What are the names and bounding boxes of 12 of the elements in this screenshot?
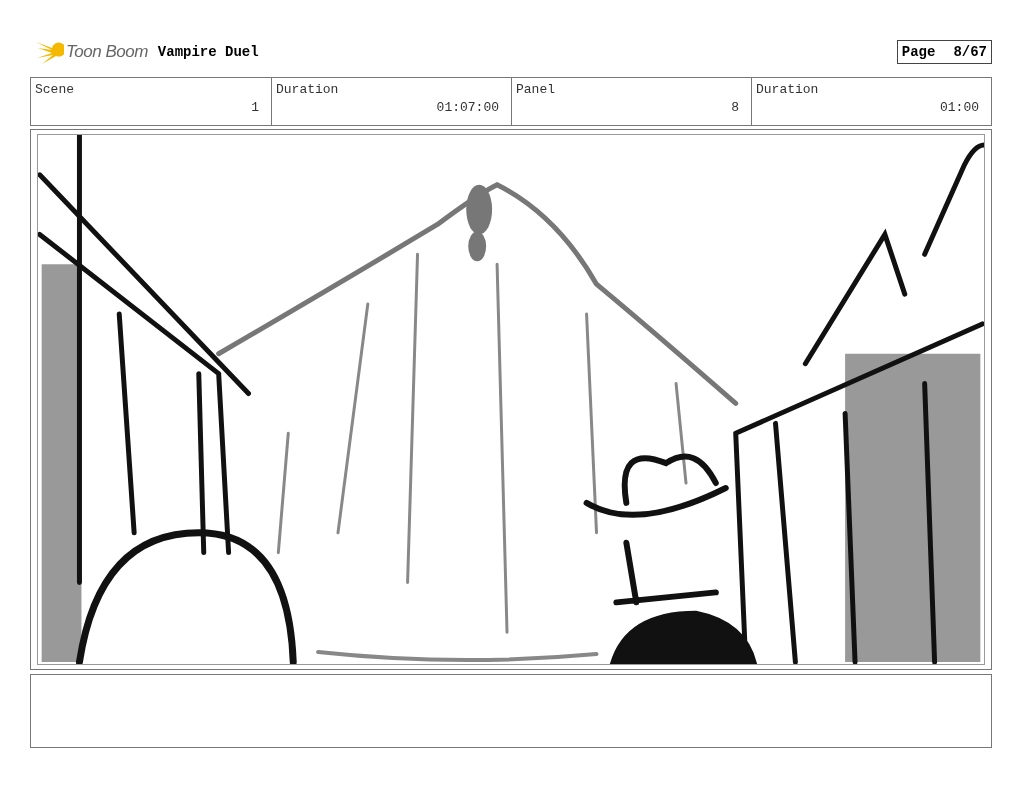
page-number: 8/67 — [953, 44, 987, 60]
field-value: 1 — [250, 100, 259, 115]
page-label: Page — [901, 44, 936, 60]
field-label: Duration — [276, 82, 340, 97]
field-value: 01:07:00 — [435, 100, 499, 115]
logo-text: Toon Boom — [66, 42, 148, 62]
field-value: 01:00 — [939, 100, 979, 115]
document-title: Vampire Duel — [157, 44, 260, 60]
field-label: Duration — [756, 82, 820, 97]
field-label: Scene — [35, 82, 75, 97]
field-value: 8 — [730, 100, 739, 115]
field-label: Panel — [516, 82, 556, 97]
